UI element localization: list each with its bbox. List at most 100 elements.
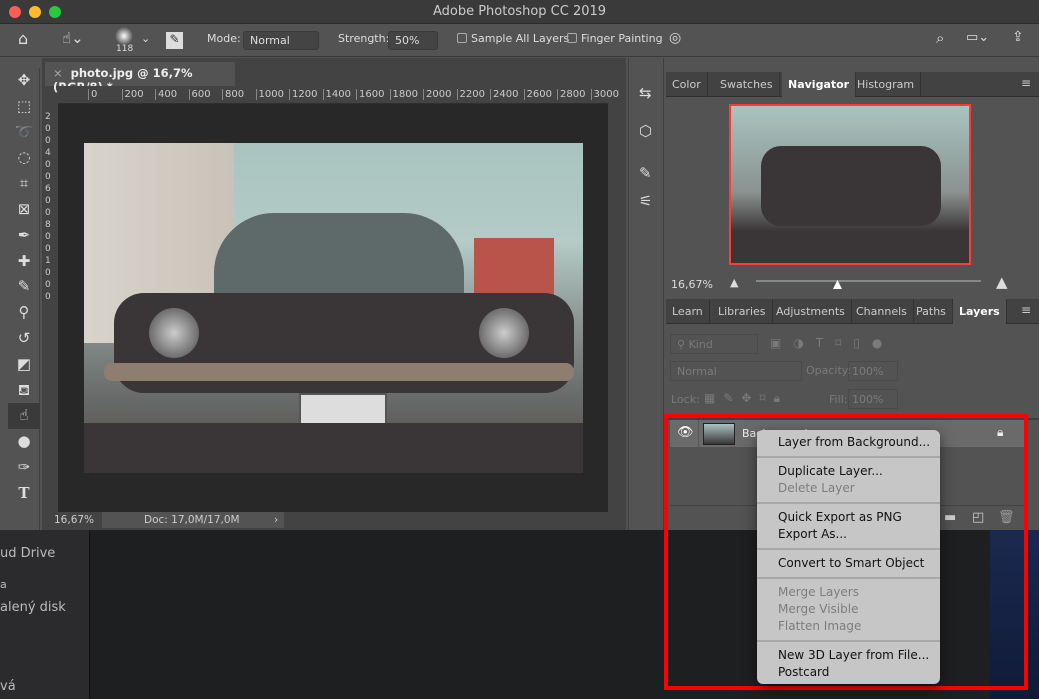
smudge-tool-preset-icon[interactable]: ☝︎⌄ [62,29,84,47]
panel-menu-icon[interactable]: ≡ [1021,76,1031,90]
menu-item-delete-layer: Delete Layer [778,481,855,495]
navigator-zoom[interactable]: 16,67% [671,278,713,291]
menu-item-new-3d-layer[interactable]: New 3D Layer from File... [778,647,929,664]
finder-section: a [0,578,7,591]
menu-item-export-as[interactable]: Export As... [778,526,847,543]
marquee-tool-icon[interactable]: ⬚ [8,94,40,120]
brush-tool-icon[interactable]: ✎ [8,274,40,300]
move-tool-icon[interactable]: ✥ [8,68,40,94]
ruler-tick-label: 0 [45,136,51,146]
finder-item[interactable]: vá [0,679,16,694]
filter-kind-select[interactable]: ⚲ Kind [670,334,758,354]
ruler-tick-label: 600 [188,89,211,100]
lasso-tool-icon[interactable]: ➰ [8,120,40,146]
menu-item-layer-from-background[interactable]: Layer from Background... [778,434,930,451]
opacity-label: Opacity: [806,364,852,377]
search-icon[interactable]: ⌕ [936,29,944,47]
menu-item-duplicate-layer[interactable]: Duplicate Layer... [778,463,883,480]
eyedropper-tool-icon[interactable]: ✒ [8,223,40,249]
filter-kind-value: Kind [688,338,713,351]
vertical-ruler: 2 0 0 4 0 0 6 0 0 8 0 0 1 0 0 0 [42,104,58,514]
mode-label: Mode: [207,32,241,45]
navigator-preview[interactable] [729,104,971,265]
smudge-tool-icon[interactable]: ☝ [8,403,40,430]
clone-stamp-tool-icon[interactable]: ⚲ [8,300,40,326]
tool-presets-icon[interactable]: ⚟ [639,192,652,210]
menu-item-flatten-image: Flatten Image [778,619,862,633]
close-window-button[interactable] [9,6,21,18]
finder-item[interactable]: alený disk [0,600,66,615]
crop-tool-icon[interactable]: ⌗ [8,171,40,197]
brush-presets-icon[interactable]: ✎ [639,164,652,182]
eraser-tool-icon[interactable]: ◩ [8,352,40,378]
options-bar: ⌂ ☝︎⌄ 118 ⌄ ✎ Mode: Normal Strength: 50%… [0,24,1039,57]
fill-input[interactable]: 100% [848,389,898,409]
zoom-level[interactable]: 16,67% [54,514,94,526]
ruler-tick-label: 1200 [289,89,317,100]
photo-car-image[interactable] [84,143,583,473]
title-bar: Adobe Photoshop CC 2019 [0,0,1039,24]
chevron-right-icon[interactable]: › [274,514,278,526]
tab-adjustments[interactable]: Adjustments [770,299,852,324]
close-tab-icon[interactable]: × [53,66,63,80]
tab-color[interactable]: Color [666,72,708,97]
share-icon[interactable]: ⇪ [1012,29,1024,45]
3d-icon[interactable]: ⬡ [639,122,652,140]
blend-mode-value: Normal [677,365,717,378]
finger-painting-checkbox[interactable]: Finger Painting [567,32,663,45]
ruler-tick-label: 2600 [523,89,552,100]
tab-paths[interactable]: Paths [910,299,953,324]
workspace-icon[interactable]: ▭⌄ [966,30,989,45]
pressure-icon[interactable]: ◎ [669,30,681,46]
zoom-in-icon[interactable]: ▲ [996,273,1008,291]
lock-icons[interactable]: ▦✎✥⌑🔒︎ [704,391,788,406]
brush-preview-icon[interactable] [115,27,133,45]
healing-brush-tool-icon[interactable]: ✚ [8,249,40,275]
menu-item-convert-smart-object[interactable]: Convert to Smart Object [778,555,924,572]
chevron-down-icon[interactable]: ⌄ [141,32,150,45]
ruler-tick-label: 0 [45,232,51,242]
window-title: Adobe Photoshop CC 2019 [432,4,607,19]
document-tab[interactable]: ×photo.jpg @ 16,7% (RGB/8) * [45,62,235,94]
tab-swatches[interactable]: Swatches [714,72,780,97]
history-icon[interactable]: ⇆ [639,84,652,102]
strength-input[interactable]: 50% [388,31,438,50]
ruler-tick-label: 2000 [423,89,451,100]
tab-channels[interactable]: Channels [850,299,914,324]
tab-layers[interactable]: Layers [953,299,1007,324]
tab-learn[interactable]: Learn [666,299,710,324]
zoom-slider[interactable] [756,280,981,282]
tab-histogram[interactable]: Histogram [851,72,922,97]
dodge-tool-icon[interactable]: ● [8,429,40,455]
blend-mode-select[interactable]: Normal [670,361,802,381]
frame-tool-icon[interactable]: ⊠ [8,197,40,223]
menu-item-quick-export-png[interactable]: Quick Export as PNG [778,509,902,526]
sample-all-layers-checkbox[interactable]: Sample All Layers [457,32,569,45]
tab-libraries[interactable]: Libraries [712,299,773,324]
ruler-tick-label: 0 [45,196,51,206]
zoom-out-icon[interactable]: ▲ [730,276,738,289]
strength-value: 50% [395,34,420,47]
paint-bucket-tool-icon[interactable]: ⛾ [8,378,40,404]
ruler-tick-label: 1400 [322,89,351,100]
brush-settings-icon[interactable]: ✎ [166,32,183,49]
type-tool-icon[interactable]: T [8,481,40,507]
ruler-tick-label: 8 [45,220,51,230]
quick-selection-tool-icon[interactable]: ◌ [8,145,40,171]
pen-tool-icon[interactable]: ✑ [8,455,40,481]
opacity-input[interactable]: 100% [848,361,898,381]
ruler-tick-label: 0 [45,292,51,302]
menu-item-postcard[interactable]: Postcard [778,664,829,681]
ruler-tick-label: 0 [45,280,51,290]
home-icon[interactable]: ⌂ [18,29,28,48]
maximize-window-button[interactable] [49,6,61,18]
lock-label: Lock: [671,393,700,406]
ruler-tick-label: 0 [88,89,97,100]
filter-icons[interactable]: ▣◑T⌑▯● [770,336,894,350]
minimize-window-button[interactable] [29,6,41,18]
finder-item[interactable]: ud Drive [0,546,55,561]
tab-navigator[interactable]: Navigator [782,72,857,97]
panel-menu-icon[interactable]: ≡ [1021,303,1031,317]
mode-select[interactable]: Normal [243,31,319,50]
history-brush-tool-icon[interactable]: ↺ [8,326,40,352]
